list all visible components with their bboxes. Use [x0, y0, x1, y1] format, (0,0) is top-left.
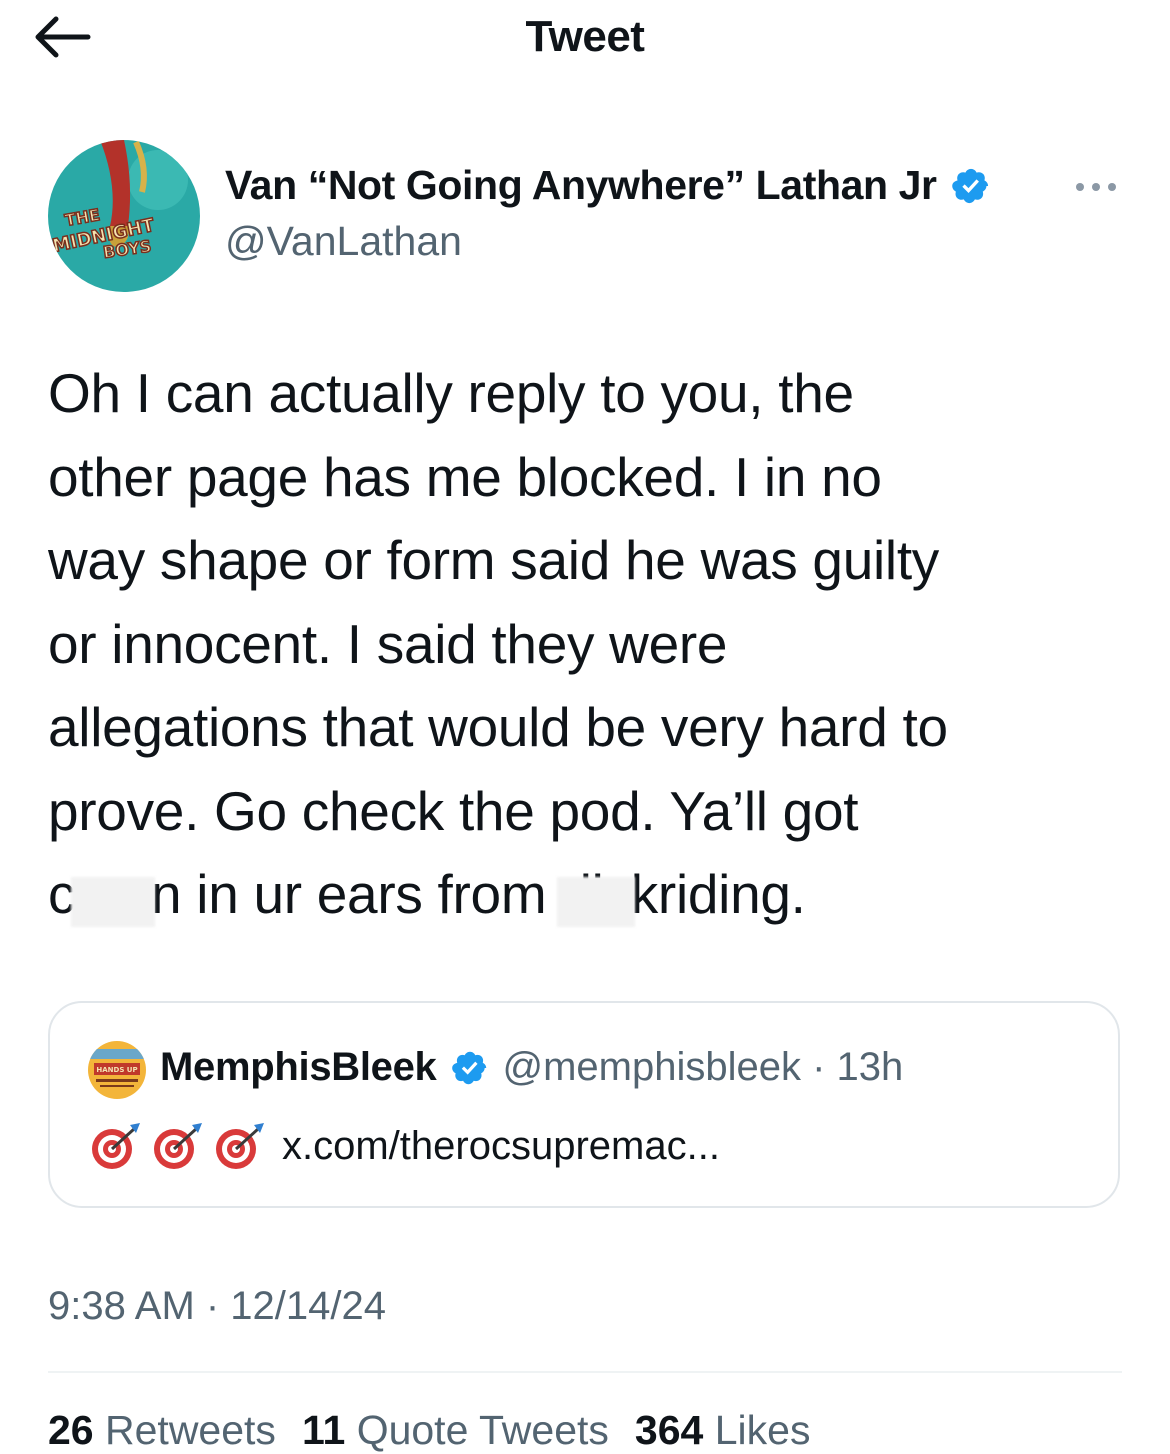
midnight-boys-logo: THE MIDNIGHT BOYS: [48, 140, 200, 292]
tweet-line: allegations that would be very hard to: [48, 696, 948, 758]
quoted-tweet-card[interactable]: HANDS UP MemphisBleek @memphisbleek · 13…: [48, 1001, 1120, 1208]
tweet-line: way shape or form said he was guilty: [48, 529, 940, 591]
quote-body: x.com/therocsupremac...: [88, 1121, 720, 1171]
page-title: Tweet: [525, 12, 645, 61]
text-fragment: kriding.: [630, 863, 806, 925]
tweet-timestamp[interactable]: 9:38 AM · 12/14/24: [48, 1284, 386, 1329]
quote-author-name: MemphisBleek: [160, 1045, 437, 1089]
dart-icon: [216, 1123, 264, 1169]
redacted-word: um: [75, 853, 151, 937]
quotes-label: Quote Tweets: [356, 1407, 609, 1453]
quotes-count: 11: [301, 1407, 346, 1453]
tweet-line: or innocent. I said they were: [48, 612, 728, 675]
likes-count: 364: [634, 1407, 704, 1453]
dart-icon: [154, 1123, 202, 1169]
tweet-line: Oh I can actually reply to you, the: [48, 362, 854, 424]
more-options-button[interactable]: [1074, 172, 1118, 202]
likes-label: Likes: [714, 1407, 811, 1453]
redacted-word: dic: [561, 853, 631, 937]
author-avatar[interactable]: THE MIDNIGHT BOYS: [48, 140, 200, 292]
author-name[interactable]: Van “Not Going Anywhere” Lathan Jr: [225, 162, 937, 209]
quote-tweets-stat[interactable]: 11 Quote Tweets: [302, 1407, 609, 1454]
top-bar: Tweet: [0, 0, 1170, 80]
tweet-line-redacted: cumn in ur ears from dickriding.: [48, 853, 1128, 937]
quote-header: MemphisBleek @memphisbleek · 13h: [160, 1045, 903, 1090]
tweet-text: Oh I can actually reply to you, the othe…: [48, 352, 1128, 937]
quote-avatar[interactable]: HANDS UP: [88, 1041, 146, 1099]
verified-badge-icon: [951, 168, 988, 203]
retweets-label: Retweets: [105, 1407, 276, 1453]
verified-badge-icon: [451, 1051, 486, 1084]
text-fragment: n in ur ears from: [151, 863, 562, 925]
quote-avatar-text: HANDS UP: [96, 1066, 137, 1074]
engagement-stats: 26 Retweets 11 Quote Tweets 364 Likes: [48, 1407, 836, 1454]
tweet-line: prove. Go check the pod. Ya’ll got: [48, 779, 859, 842]
author-handle[interactable]: @VanLathan: [225, 218, 462, 265]
more-dots-icon: [1076, 183, 1116, 191]
tweet-line: other page has me blocked. I in no: [48, 445, 882, 508]
likes-stat[interactable]: 364 Likes: [635, 1407, 811, 1454]
quote-link[interactable]: x.com/therocsupremac...: [282, 1124, 720, 1169]
dart-icon: [92, 1123, 140, 1169]
retweets-count: 26: [48, 1407, 94, 1453]
divider: [48, 1371, 1122, 1373]
quote-handle-time: @memphisbleek · 13h: [502, 1045, 904, 1089]
retweets-stat[interactable]: 26 Retweets: [48, 1407, 276, 1454]
author-name-row: Van “Not Going Anywhere” Lathan Jr: [225, 162, 991, 209]
hands-up-logo: HANDS UP: [88, 1041, 146, 1099]
